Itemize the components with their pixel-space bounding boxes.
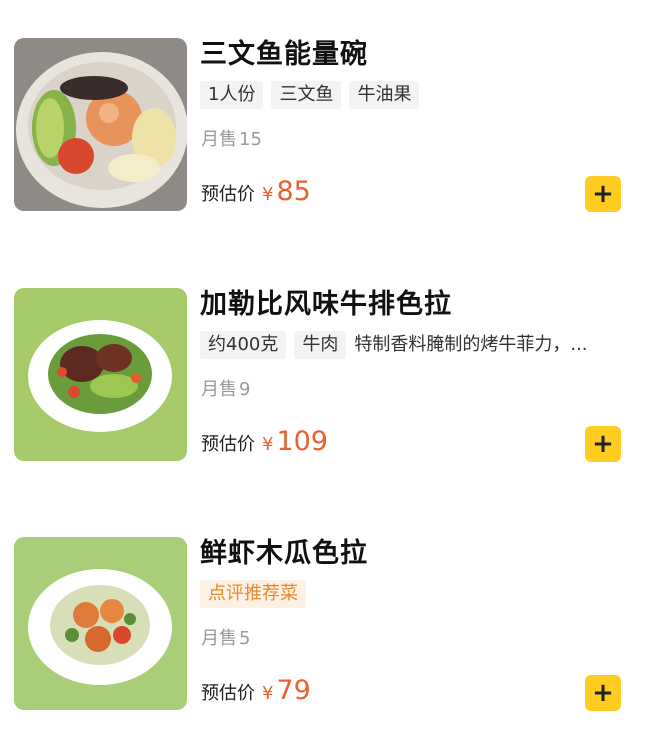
dish-title: 鲜虾木瓜色拉 xyxy=(200,538,368,569)
price-value: 79 xyxy=(276,675,311,706)
price-value: 109 xyxy=(276,426,328,457)
dish-tags: 约400克 牛肉 特制香料腌制的烤牛菲力，... xyxy=(200,331,630,359)
monthly-sales: 月售 5 xyxy=(201,624,250,650)
dish-tag: 1人份 xyxy=(200,81,264,109)
currency-symbol: ¥ xyxy=(262,683,274,704)
currency-symbol: ¥ xyxy=(262,184,274,205)
dish-title: 三文鱼能量碗 xyxy=(200,39,368,70)
dish-tags: 点评推荐菜 xyxy=(200,580,630,608)
monthly-sales: 月售 9 xyxy=(201,375,250,401)
shrimp-papaya-salad-icon xyxy=(14,537,187,710)
dish-description: 特制香料腌制的烤牛菲力，... xyxy=(354,334,588,355)
dish-tag: 牛油果 xyxy=(349,81,420,109)
plus-icon: + xyxy=(592,678,614,708)
add-to-cart-button[interactable]: + xyxy=(585,176,621,212)
menu-list: 三文鱼能量碗 1人份 三文鱼 牛油果 月售 15 预估价 ¥ 85 + 加勒比风… xyxy=(0,0,650,746)
salmon-poke-bowl-icon xyxy=(14,38,187,211)
price-value: 85 xyxy=(276,176,311,207)
dish-tag: 牛肉 xyxy=(294,331,347,359)
add-to-cart-button[interactable]: + xyxy=(585,426,621,462)
plus-icon: + xyxy=(592,429,614,459)
add-to-cart-button[interactable]: + xyxy=(585,675,621,711)
dish-tag: 约400克 xyxy=(200,331,287,359)
currency-symbol: ¥ xyxy=(262,434,274,455)
sales-label: 月售 xyxy=(201,628,237,649)
dish-tag: 三文鱼 xyxy=(271,81,342,109)
sales-count: 5 xyxy=(239,628,251,649)
dish-image[interactable] xyxy=(14,288,187,461)
menu-item[interactable]: 三文鱼能量碗 1人份 三文鱼 牛油果 月售 15 预估价 ¥ 85 + xyxy=(0,38,650,238)
price-label: 预估价 xyxy=(201,184,255,205)
menu-item[interactable]: 加勒比风味牛排色拉 约400克 牛肉 特制香料腌制的烤牛菲力，... 月售 9 预… xyxy=(0,288,650,488)
dish-image[interactable] xyxy=(14,38,187,211)
sales-label: 月售 xyxy=(201,129,237,150)
price-label: 预估价 xyxy=(201,683,255,704)
price-row: 预估价 ¥ 79 xyxy=(201,675,311,706)
menu-item[interactable]: 鲜虾木瓜色拉 点评推荐菜 月售 5 预估价 ¥ 79 + xyxy=(0,537,650,737)
dish-tags: 1人份 三文鱼 牛油果 xyxy=(200,81,630,109)
steak-salad-icon xyxy=(14,288,187,461)
sales-label: 月售 xyxy=(201,379,237,400)
price-row: 预估价 ¥ 109 xyxy=(201,426,328,457)
dish-image[interactable] xyxy=(14,537,187,710)
recommended-tag: 点评推荐菜 xyxy=(200,580,306,608)
plus-icon: + xyxy=(592,179,614,209)
price-label: 预估价 xyxy=(201,434,255,455)
sales-count: 15 xyxy=(239,129,262,150)
sales-count: 9 xyxy=(239,379,251,400)
price-row: 预估价 ¥ 85 xyxy=(201,176,311,207)
monthly-sales: 月售 15 xyxy=(201,125,262,151)
dish-title: 加勒比风味牛排色拉 xyxy=(200,289,452,320)
